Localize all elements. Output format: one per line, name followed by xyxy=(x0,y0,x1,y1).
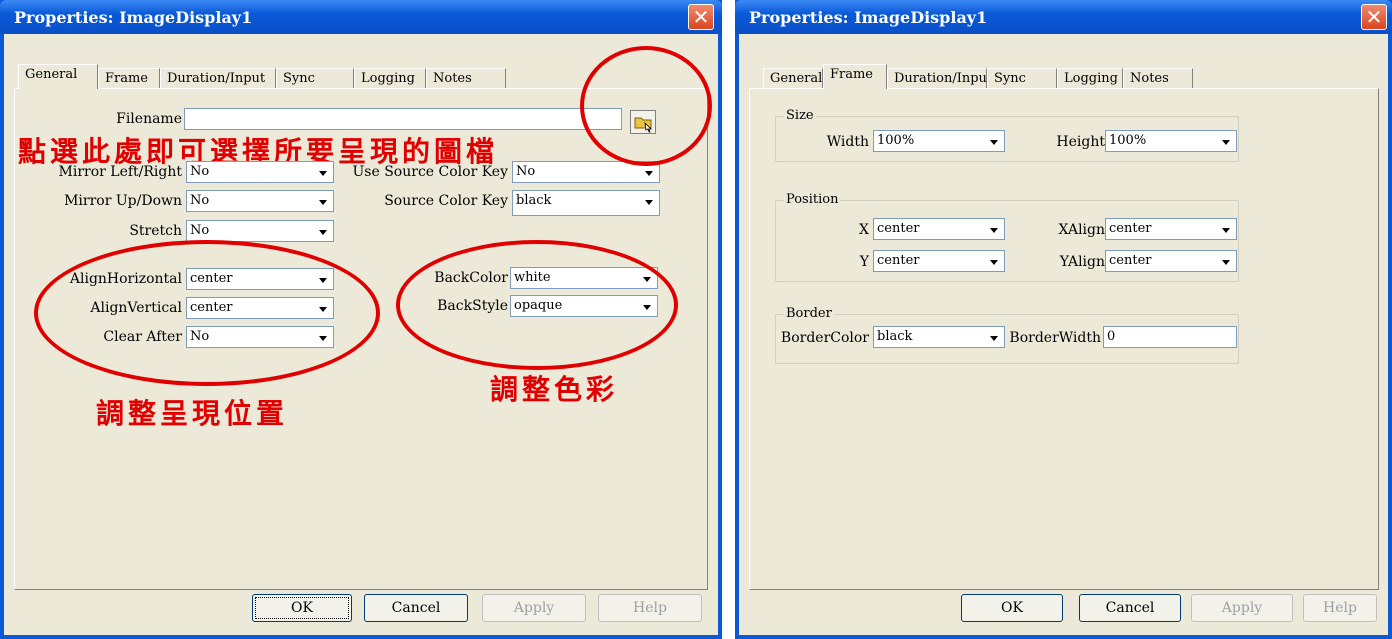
height-label: Height xyxy=(1056,134,1105,150)
annotation-circle-browse xyxy=(580,46,712,166)
apply-button[interactable]: Apply xyxy=(1191,594,1293,622)
y-select[interactable]: center xyxy=(873,250,1005,272)
filename-field[interactable] xyxy=(184,108,622,130)
height-select[interactable]: 100% xyxy=(1105,130,1237,152)
mirror-ud-select[interactable]: No xyxy=(186,190,334,212)
dialog-client: General Frame Duration/Input Sync Loggin… xyxy=(4,34,718,635)
annotation-adjust-color: 調整色彩 xyxy=(490,373,619,406)
xalign-select[interactable]: center xyxy=(1105,218,1237,240)
yalign-label: YAlign xyxy=(1059,254,1105,270)
dialog-title: Properties: ImageDisplay1 xyxy=(14,8,253,27)
mirror-lr-label: Mirror Left/Right xyxy=(58,164,183,180)
yalign-select[interactable]: center xyxy=(1105,250,1237,272)
annotation-circle-color xyxy=(396,240,678,370)
y-label: Y xyxy=(859,254,869,270)
bordercolor-select[interactable]: black xyxy=(873,326,1005,348)
mirror-lr-select[interactable]: No xyxy=(186,161,334,183)
apply-button[interactable]: Apply xyxy=(482,594,586,622)
ok-button[interactable]: OK xyxy=(961,594,1063,622)
tab-sync[interactable]: Sync xyxy=(987,68,1057,88)
width-select[interactable]: 100% xyxy=(873,130,1005,152)
chevron-down-icon xyxy=(314,163,332,181)
source-color-key-label: Source Color Key xyxy=(384,193,508,209)
borderwidth-label: BorderWidth xyxy=(1009,330,1101,346)
title-bar: Properties: ImageDisplay1 ✕ xyxy=(735,0,1392,34)
use-source-color-key-label: Use Source Color Key xyxy=(352,164,509,180)
dialog-title: Properties: ImageDisplay1 xyxy=(749,8,988,27)
tab-logging[interactable]: Logging xyxy=(354,68,426,88)
help-button[interactable]: Help xyxy=(1303,594,1377,622)
annotation-adjust-position: 調整呈現位置 xyxy=(96,397,289,430)
borderwidth-field[interactable]: 0 xyxy=(1103,326,1237,348)
filename-label: Filename xyxy=(116,111,182,127)
tab-logging[interactable]: Logging xyxy=(1057,68,1123,88)
chevron-down-icon xyxy=(1217,220,1235,238)
tab-sync[interactable]: Sync xyxy=(276,68,354,88)
chevron-down-icon xyxy=(314,192,332,210)
width-label: Width xyxy=(826,134,869,150)
ok-button[interactable]: OK xyxy=(252,594,352,622)
x-label: X xyxy=(859,222,869,238)
tab-notes[interactable]: Notes xyxy=(426,68,506,88)
position-group-label: Position xyxy=(784,192,841,207)
border-group-label: Border xyxy=(784,306,834,321)
chevron-down-icon xyxy=(985,132,1003,150)
close-icon[interactable]: ✕ xyxy=(1361,4,1387,30)
source-color-key-select[interactable]: black xyxy=(512,190,660,216)
tab-notes[interactable]: Notes xyxy=(1123,68,1193,88)
bordercolor-label: BorderColor xyxy=(780,330,869,346)
mirror-ud-label: Mirror Up/Down xyxy=(64,193,182,209)
close-icon[interactable]: ✕ xyxy=(688,4,714,30)
tab-duration-input[interactable]: Duration/Input xyxy=(160,68,276,88)
x-select[interactable]: center xyxy=(873,218,1005,240)
chevron-down-icon xyxy=(985,220,1003,238)
tab-frame[interactable]: Frame xyxy=(98,68,160,88)
chevron-down-icon xyxy=(1217,132,1235,150)
properties-dialog-frame: Properties: ImageDisplay1 ✕ General Fram… xyxy=(735,0,1392,639)
stretch-label: Stretch xyxy=(129,223,182,239)
tab-frame[interactable]: Frame xyxy=(823,64,887,89)
chevron-down-icon xyxy=(985,252,1003,270)
tab-general[interactable]: General xyxy=(18,64,98,89)
stretch-select[interactable]: No xyxy=(186,220,334,242)
cancel-button[interactable]: Cancel xyxy=(1079,594,1181,622)
tab-general[interactable]: General xyxy=(763,68,823,88)
xalign-label: XAlign xyxy=(1058,222,1105,238)
dialog-client: General Frame Duration/Input Sync Loggin… xyxy=(739,34,1388,635)
chevron-down-icon xyxy=(1217,252,1235,270)
tab-duration-input[interactable]: Duration/Input xyxy=(887,68,992,88)
chevron-down-icon xyxy=(640,192,658,210)
chevron-down-icon xyxy=(314,222,332,240)
annotation-circle-position xyxy=(34,240,380,386)
properties-dialog-general: Properties: ImageDisplay1 ✕ General Fram… xyxy=(0,0,722,639)
title-bar: Properties: ImageDisplay1 ✕ xyxy=(0,0,722,34)
cancel-button[interactable]: Cancel xyxy=(364,594,468,622)
chevron-down-icon xyxy=(985,328,1003,346)
help-button[interactable]: Help xyxy=(598,594,702,622)
size-group-label: Size xyxy=(784,108,816,123)
